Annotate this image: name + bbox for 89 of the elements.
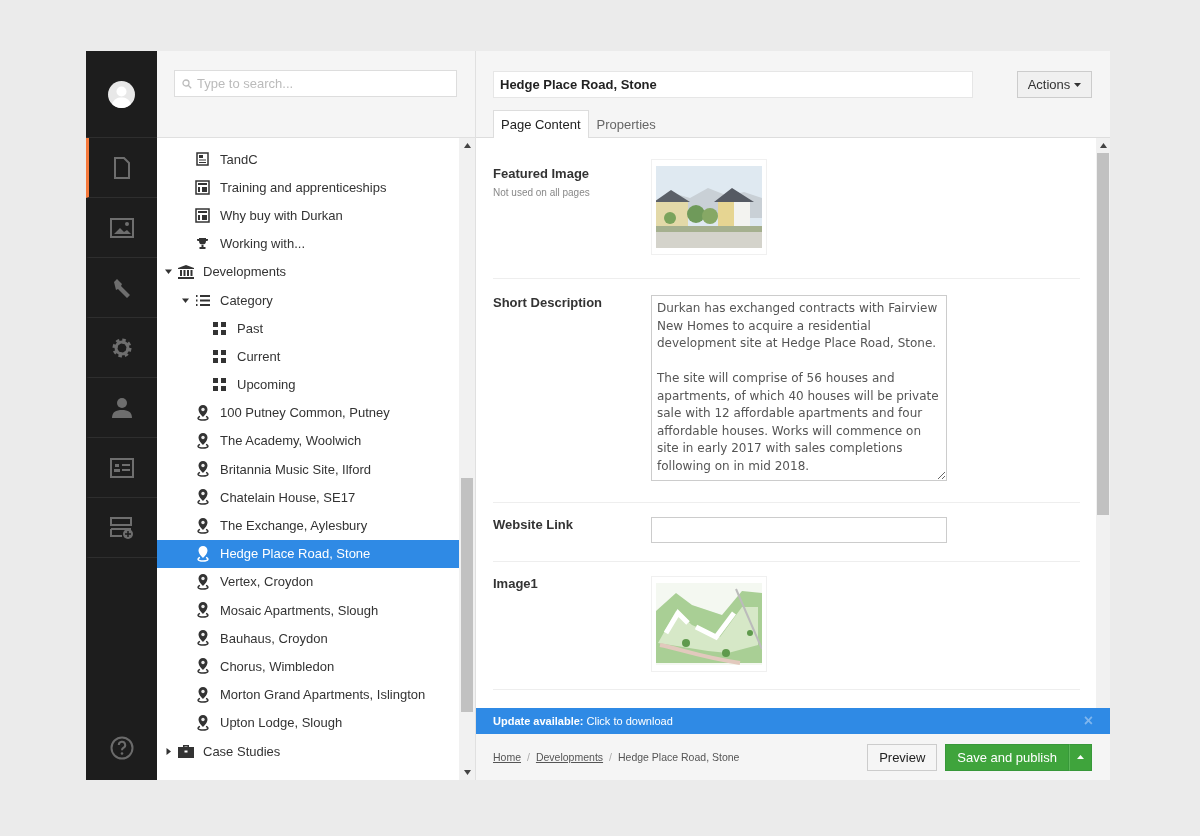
tree-item[interactable]: TandC: [157, 145, 459, 174]
tree-item[interactable]: Britannia Music Site, Ilford: [157, 455, 459, 484]
tree-item[interactable]: Morton Grand Apartments, Islington: [157, 680, 459, 709]
tree-item[interactable]: Case Studies: [157, 736, 459, 766]
tree-item[interactable]: Upton Lodge, Slough: [157, 708, 459, 737]
bank-icon: [177, 264, 194, 279]
tree-item[interactable]: Training and apprenticeships: [157, 173, 459, 202]
tree-item[interactable]: The Academy, Woolwich: [157, 426, 459, 456]
preview-button[interactable]: Preview: [867, 743, 938, 771]
grid-icon: [213, 321, 226, 335]
tree-item[interactable]: Current: [157, 342, 459, 371]
caret-icon: [1077, 755, 1084, 759]
scroll-up-icon[interactable]: [463, 143, 471, 148]
image-thumbnail[interactable]: [651, 576, 767, 672]
map-pin-icon: [195, 432, 210, 449]
map-pin-icon: [195, 461, 210, 478]
document-icon: [112, 156, 131, 179]
property-label: Short Description: [493, 295, 604, 310]
tree-item[interactable]: Past: [157, 314, 459, 343]
scrollbar-thumb[interactable]: [461, 478, 473, 712]
property-hint: Not used on all pages: [493, 187, 591, 198]
breadcrumb-separator: /: [609, 751, 612, 763]
map-pin-icon: [195, 404, 210, 421]
website-link-field[interactable]: [651, 517, 947, 543]
form-add-icon: [109, 516, 134, 539]
layout-icon: [195, 207, 210, 223]
tab[interactable]: Page Content: [493, 110, 589, 138]
map-pin-icon: [195, 714, 210, 731]
tree-item[interactable]: Bauhaus, Croydon: [157, 624, 459, 653]
tree-item[interactable]: Upcoming: [157, 370, 459, 399]
more-options-button[interactable]: [1069, 743, 1092, 771]
tree-item[interactable]: Chatelain House, SE17: [157, 483, 459, 512]
user-icon: [110, 396, 133, 419]
image-thumbnail[interactable]: [651, 159, 767, 255]
avatar-icon[interactable]: [108, 80, 135, 108]
image-icon: [109, 217, 134, 238]
tree-item[interactable]: Mosaic Apartments, Slough: [157, 596, 459, 625]
actions-button[interactable]: Actions: [1017, 71, 1092, 98]
map-pin-icon: [195, 545, 210, 562]
help-icon[interactable]: [109, 736, 134, 760]
description-field[interactable]: Durkan has exchanged contracts with Fairview New Homes to acquire a residential development site at Hedge Place Road, Stone. The site will comprise of 56 houses and apartments, of which 40 houses will be private sale with 12 affordable apartments and four affordable houses. Works will commence on site in early 2017 with sales completions following on in mid 2018.: [651, 295, 947, 481]
map-pin-icon: [195, 573, 210, 590]
expand-arrow-icon[interactable]: [165, 747, 172, 755]
document-icon: [196, 152, 209, 167]
scrollbar-thumb[interactable]: [1097, 153, 1109, 515]
briefcase-icon: [177, 744, 194, 759]
trophy-icon: [196, 237, 209, 251]
section-tab[interactable]: [86, 138, 157, 198]
map-pin-icon: [195, 658, 210, 675]
search-icon: [182, 79, 192, 89]
scrollbar[interactable]: [1096, 138, 1110, 708]
update-message[interactable]: Update available: Click to download: [493, 715, 673, 727]
tree-item[interactable]: Developments: [157, 257, 459, 286]
breadcrumb-link[interactable]: Home: [493, 751, 521, 763]
property-label: Image1: [493, 576, 539, 591]
grid-icon: [213, 349, 226, 363]
id-card-icon: [109, 457, 134, 478]
map-pin-icon: [195, 630, 210, 647]
page-name-field[interactable]: Hedge Place Road, Stone: [493, 71, 973, 98]
tree-item[interactable]: The Exchange, Aylesbury: [157, 511, 459, 540]
tree-item[interactable]: Vertex, Croydon: [157, 567, 459, 596]
scrollbar[interactable]: [459, 138, 475, 780]
breadcrumb-link[interactable]: Developments: [535, 751, 604, 763]
update-banner[interactable]: Update available: Click to download ×: [476, 708, 1110, 734]
tree-item[interactable]: Category: [157, 285, 459, 315]
property-label: Website Link: [493, 517, 574, 532]
collapse-arrow-icon[interactable]: [165, 268, 172, 276]
map-pin-icon: [195, 602, 210, 619]
tab[interactable]: Properties: [588, 110, 664, 138]
tree-item[interactable]: 100 Putney Common, Putney: [157, 398, 459, 427]
tree-item[interactable]: Chorus, Wimbledon: [157, 652, 459, 681]
map-pin-icon: [195, 517, 210, 534]
grid-icon: [213, 378, 226, 392]
scroll-down-icon[interactable]: [463, 770, 471, 775]
caret-icon: [1074, 82, 1082, 87]
collapse-arrow-icon[interactable]: [182, 296, 189, 304]
search-field[interactable]: Type to search...: [174, 70, 457, 97]
tree-item[interactable]: Hedge Place Road, Stone: [157, 539, 459, 568]
property-label: Featured Image: [493, 166, 591, 181]
tree-item[interactable]: Working with...: [157, 229, 459, 258]
tree-item[interactable]: Why buy with Durkan: [157, 201, 459, 230]
map-pin-icon: [195, 686, 210, 703]
breadcrumb-separator: /: [527, 751, 530, 763]
breadcrumb-current: Hedge Place Road, Stone: [618, 751, 740, 763]
list-icon: [195, 293, 210, 307]
scroll-up-icon[interactable]: [1099, 143, 1107, 148]
settings-icon: [110, 336, 133, 359]
layout-icon: [195, 179, 210, 195]
map-pin-icon: [195, 489, 210, 506]
